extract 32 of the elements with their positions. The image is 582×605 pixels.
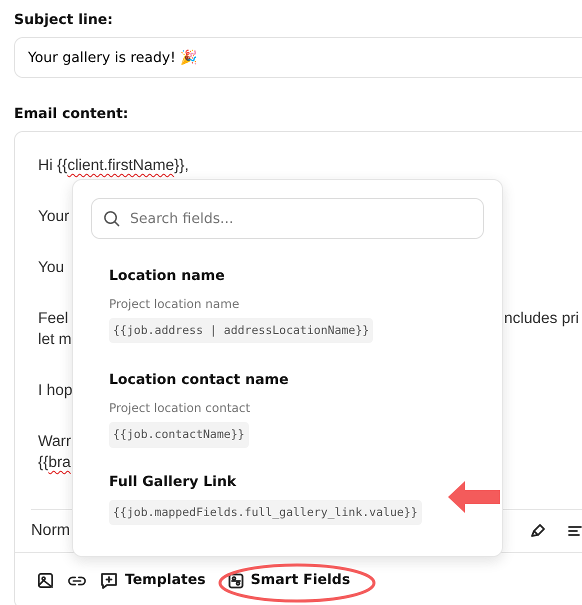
body-text: let m [38, 331, 72, 348]
subject-field[interactable]: Your gallery is ready! 🎉 [14, 37, 582, 78]
body-text: {{bra [38, 454, 71, 471]
field-title[interactable]: Location name [109, 266, 484, 287]
templates-button[interactable]: Templates [100, 570, 206, 591]
code-snippet: {{job.contactName}} [109, 422, 249, 448]
image-icon [37, 572, 54, 589]
field-label: Email content: [14, 105, 130, 124]
body-text: I hop [38, 382, 72, 399]
field-title[interactable]: Location contact name [109, 370, 484, 392]
image-button[interactable] [37, 572, 54, 589]
link-button[interactable] [68, 574, 86, 586]
field-label: Subject line: [14, 11, 114, 30]
code-snippet: {{job.mappedFields.full_gallery_link.value}} [109, 500, 422, 525]
field-title[interactable]: Full Gallery Link [109, 472, 484, 492]
align-icon[interactable] [568, 524, 582, 538]
body-text: You [38, 259, 64, 276]
field-description: Project location name [109, 296, 240, 313]
body-text: Your [38, 208, 70, 225]
search-field[interactable]: Search fields... [91, 198, 484, 239]
field-description: Project location contact [109, 400, 252, 418]
body-text: Feel [38, 310, 68, 327]
body-text: Warr [38, 433, 71, 450]
body-text: ncludes pri [504, 309, 579, 329]
highlighter-icon[interactable] [530, 523, 546, 539]
message-plus-icon [100, 572, 118, 590]
email-editor[interactable] [14, 131, 582, 605]
code-snippet: {{job.address | addressLocationName}} [109, 318, 374, 344]
format-dropdown[interactable]: Norm [31, 519, 70, 543]
body-text: Hi {{client.firstName}}, [38, 157, 189, 174]
sliders-icon [228, 572, 244, 588]
link-icon [68, 574, 86, 586]
